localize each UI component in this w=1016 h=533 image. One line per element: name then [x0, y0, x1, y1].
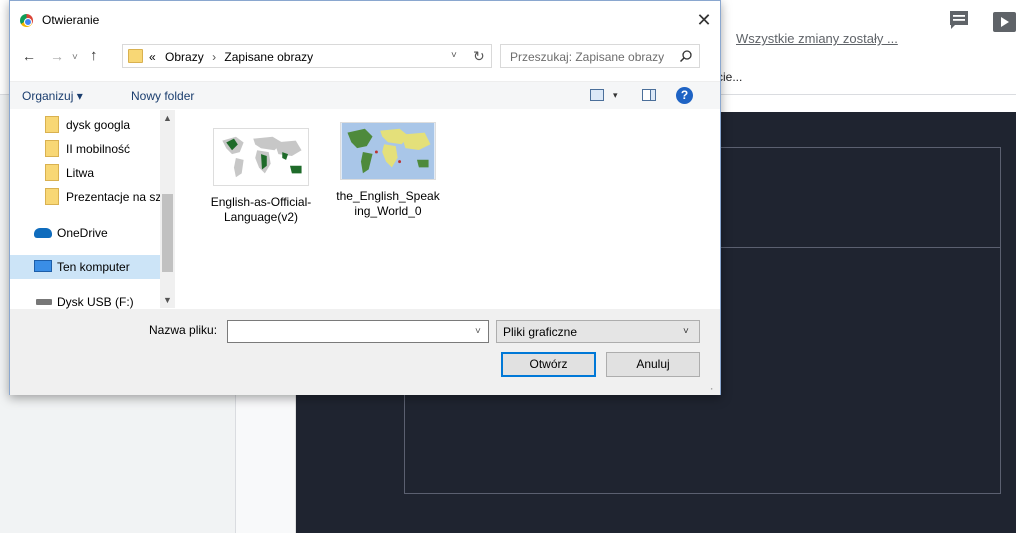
folder-icon — [45, 140, 59, 157]
command-bar: Organizuj ▾ Nowy folder ▾ ? — [10, 81, 720, 109]
dialog-titlebar: Otwieranie ✕ — [10, 1, 720, 37]
computer-icon — [34, 260, 52, 272]
nav-item-label: Litwa — [66, 166, 95, 180]
help-icon[interactable]: ? — [676, 87, 693, 104]
filename-input[interactable]: ˅ — [227, 320, 489, 343]
nav-pane-scrollbar[interactable]: ▲ ▼ — [160, 110, 175, 308]
file-name: English-as-Official-Language(v2) — [210, 195, 312, 224]
recent-locations-chevron-icon[interactable]: ˅ — [72, 51, 78, 65]
back-arrow-icon[interactable]: ← — [22, 49, 36, 63]
close-button[interactable]: ✕ — [693, 9, 715, 31]
nav-item-onedrive[interactable]: OneDrive — [10, 221, 160, 245]
new-folder-button[interactable]: Nowy folder — [131, 89, 194, 103]
comment-icon[interactable] — [948, 10, 970, 30]
nav-item-ten-komputer[interactable]: Ten komputer — [10, 255, 160, 279]
breadcrumb: « Obrazy › Zapisane obrazy — [149, 50, 313, 64]
file-item-english-as-official-language[interactable]: English-as-Official-Language(v2) — [208, 128, 314, 225]
breadcrumb-overflow[interactable]: « — [149, 50, 156, 64]
nav-item-litwa[interactable]: Litwa — [10, 161, 160, 185]
change-view-icon[interactable] — [590, 89, 604, 101]
resize-grip-icon[interactable]: ⠠ — [707, 382, 714, 393]
folder-icon — [128, 49, 143, 63]
forward-arrow-icon[interactable]: → — [50, 49, 64, 63]
file-item-english-speaking-world[interactable]: the_English_Speaking_World_0 — [335, 122, 441, 219]
nav-item-prezentacje[interactable]: Prezentacje na szkolenie — [10, 185, 160, 209]
nav-item-label: Dysk USB (F:) — [57, 295, 134, 309]
nav-item-label: dysk googla — [66, 118, 131, 132]
up-arrow-icon[interactable]: ↑ — [90, 48, 98, 63]
open-button[interactable]: Otwórz — [501, 352, 596, 377]
view-options-chevron-icon[interactable]: ▾ — [613, 90, 618, 101]
file-name: the_English_Speaking_World_0 — [336, 189, 440, 218]
scroll-down-icon[interactable]: ▼ — [163, 295, 172, 305]
map-thumbnail — [213, 128, 309, 186]
save-status-link[interactable]: Wszystkie zmiany zostały ... — [736, 31, 898, 46]
navigation-pane: dysk googla II mobilność Litwa Prezentac… — [10, 110, 175, 309]
folder-icon — [45, 164, 59, 181]
navigation-row: ← → ˅ ↑ « Obrazy › Zapisane obrazy ˅ ↻ P… — [10, 41, 720, 73]
address-bar[interactable]: « Obrazy › Zapisane obrazy ˅ ↻ — [122, 44, 492, 68]
search-icon[interactable] — [679, 49, 693, 63]
usb-drive-icon — [36, 299, 52, 305]
file-type-value: Pliki graficzne — [503, 325, 578, 339]
breadcrumb-separator[interactable]: › — [212, 50, 216, 64]
cloud-icon — [34, 228, 52, 238]
chrome-icon — [20, 14, 33, 27]
search-input[interactable]: Przeszukaj: Zapisane obrazy — [500, 44, 700, 68]
nav-item-label: Ten komputer — [57, 260, 130, 274]
organize-button[interactable]: Organizuj ▾ — [22, 89, 83, 103]
nav-item-ii-mobilnosc[interactable]: II mobilność — [10, 137, 160, 161]
refresh-icon[interactable]: ↻ — [473, 48, 485, 65]
file-list: English-as-Official-Language(v2) the_Eng… — [176, 110, 720, 308]
breadcrumb-item-obrazy[interactable]: Obrazy — [165, 50, 204, 64]
file-open-dialog: Otwieranie ✕ ← → ˅ ↑ « Obrazy › Zapisane… — [9, 0, 721, 395]
nav-item-label: II mobilność — [66, 142, 131, 156]
filename-history-chevron-icon[interactable]: ˅ — [475, 326, 481, 337]
folder-icon — [45, 116, 59, 133]
search-placeholder: Przeszukaj: Zapisane obrazy — [510, 50, 665, 64]
present-icon[interactable] — [993, 10, 1016, 34]
dialog-footer: Nazwa pliku: ˅ Pliki graficzne ˅ Otwórz … — [10, 309, 720, 395]
filename-label: Nazwa pliku: — [149, 323, 218, 337]
nav-item-label: OneDrive — [57, 226, 108, 240]
file-type-filter[interactable]: Pliki graficzne ˅ — [496, 320, 700, 343]
cancel-button[interactable]: Anuluj — [606, 352, 700, 377]
address-dropdown-icon[interactable]: ˅ — [451, 50, 457, 61]
map-thumbnail — [340, 122, 436, 180]
scrollbar-thumb[interactable] — [162, 194, 173, 272]
preview-pane-icon[interactable] — [642, 89, 656, 101]
scroll-up-icon[interactable]: ▲ — [163, 113, 172, 123]
dialog-title: Otwieranie — [42, 13, 100, 27]
chevron-down-icon: ˅ — [683, 326, 689, 337]
folder-icon — [45, 188, 59, 205]
nav-item-dysk-googla[interactable]: dysk googla — [10, 113, 160, 137]
nav-item-label: Prezentacje na szkolenie — [66, 190, 160, 204]
breadcrumb-item-zapisane-obrazy[interactable]: Zapisane obrazy — [224, 50, 313, 64]
